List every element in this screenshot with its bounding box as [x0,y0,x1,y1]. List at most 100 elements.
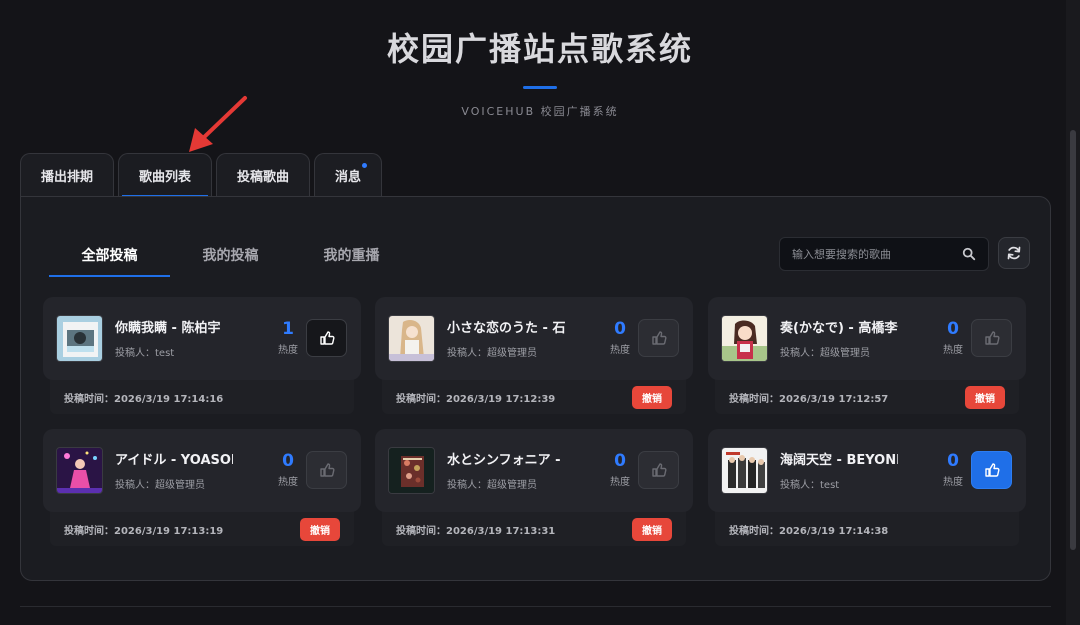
filter-tabs: 全部投稿 我的投稿 我的重播 [49,237,412,277]
revoke-button[interactable]: 撤销 [632,386,672,409]
heat-counter: 0 热度 [275,451,301,488]
time-prefix: 投稿时间： [64,394,114,405]
song-title: 海阔天空 - BEYOND [780,453,898,468]
like-button[interactable] [971,451,1012,489]
time-value: 2026/3/19 17:12:39 [446,394,556,405]
like-button[interactable] [306,319,347,357]
submit-time: 投稿时间：2026/3/19 17:14:16 [64,390,223,405]
song-card-footer: 投稿时间：2026/3/19 17:13:19 撤销 [50,509,354,546]
time-value: 2026/3/19 17:12:57 [779,394,889,405]
song-list-panel: 全部投稿 我的投稿 我的重播 你瞒我瞒 - 陈柏宇 投稿人：test [20,196,1051,581]
song-card-main: 小さな恋のうた - 石! 投稿人：超级管理员 0 热度 [375,297,693,380]
thumbs-up-icon [651,463,667,477]
time-value: 2026/3/19 17:14:16 [114,394,224,405]
page-title: 校园广播站点歌系统 [386,30,693,68]
album-cover-image [388,447,435,494]
tab-song-list[interactable]: 歌曲列表 [118,153,213,197]
thumbs-up-icon [984,463,1000,477]
submitter-info: 投稿人：test [115,344,174,359]
heat-label: 热度 [943,345,963,356]
title-underline [523,86,557,89]
submitter-prefix: 投稿人： [115,480,155,491]
like-button[interactable] [638,319,679,357]
submitter-name: 超级管理员 [155,480,205,491]
time-prefix: 投稿时间： [64,526,114,537]
album-cover-image [388,315,435,362]
refresh-button[interactable] [998,237,1030,269]
page-subtitle: VOICEHUB 校园广播系统 [461,105,619,118]
heat-label: 热度 [610,477,630,488]
heat-value: 0 [282,451,294,471]
song-title: 你瞒我瞒 - 陈柏宇 [115,321,221,336]
song-card: 奏(かなで) - 高橋李依 投稿人：超级管理员 0 热度 投稿时间：2026/3/… [708,297,1026,415]
subtab-label: 我的重播 [323,248,380,264]
page-header: 校园广播站点歌系统 VOICEHUB 校园广播系统 [0,24,1080,119]
search-box [779,237,989,271]
subtab-my-submissions[interactable]: 我的投稿 [170,237,291,277]
submitter-info: 投稿人：超级管理员 [115,476,205,491]
album-cover-image [721,447,768,494]
like-button[interactable] [306,451,347,489]
like-button[interactable] [971,319,1012,357]
song-title: 小さな恋のうた - 石! [447,321,565,336]
page-divider [20,606,1051,607]
heat-counter: 0 热度 [607,451,633,488]
submitter-info: 投稿人：超级管理员 [447,344,537,359]
song-card-main: アイドル - YOASOBI 投稿人：超级管理员 0 热度 [43,429,361,512]
scrollbar-thumb[interactable] [1070,130,1076,550]
submitter-info: 投稿人：超级管理员 [780,344,870,359]
heat-value: 1 [282,319,294,339]
heat-counter: 1 热度 [275,319,301,356]
song-card: アイドル - YOASOBI 投稿人：超级管理员 0 热度 投稿时间：2026/3… [43,429,361,547]
song-title: 水とシンフォニア - k [447,453,565,468]
song-card-main: 水とシンフォニア - k 投稿人：超级管理员 0 热度 [375,429,693,512]
search-input[interactable] [792,247,962,261]
song-title: アイドル - YOASOBI [115,453,233,468]
like-button[interactable] [638,451,679,489]
heat-counter: 0 热度 [940,319,966,356]
revoke-button[interactable]: 撤销 [300,518,340,541]
time-prefix: 投稿时间： [729,394,779,405]
tab-label: 投稿歌曲 [237,170,290,185]
time-prefix: 投稿时间： [396,526,446,537]
tab-submit-song[interactable]: 投稿歌曲 [216,153,311,197]
submitter-prefix: 投稿人： [115,348,155,359]
notification-dot [362,163,368,168]
revoke-button[interactable]: 撤销 [965,386,1005,409]
song-title: 奏(かなで) - 高橋李依 [780,321,898,336]
submitter-info: 投稿人：test [780,476,839,491]
time-value: 2026/3/19 17:14:38 [779,526,889,537]
submitter-name: 超级管理员 [487,348,537,359]
tab-messages[interactable]: 消息 [314,153,383,197]
song-card-footer: 投稿时间：2026/3/19 17:14:16 [50,377,354,414]
submit-time: 投稿时间：2026/3/19 17:14:38 [729,522,888,537]
submitter-name: 超级管理员 [487,480,537,491]
submitter-prefix: 投稿人： [780,348,820,359]
heat-value: 0 [614,319,626,339]
time-value: 2026/3/19 17:13:19 [114,526,224,537]
thumbs-up-icon [319,331,335,345]
submitter-prefix: 投稿人： [780,480,820,491]
submit-time: 投稿时间：2026/3/19 17:12:57 [729,390,888,405]
heat-label: 热度 [943,477,963,488]
album-cover-image [56,447,103,494]
submitter-prefix: 投稿人： [447,480,487,491]
heat-counter: 0 热度 [607,319,633,356]
submit-time: 投稿时间：2026/3/19 17:13:19 [64,522,223,537]
song-card-footer: 投稿时间：2026/3/19 17:13:31 撤销 [382,509,686,546]
main-tabs: 播出排期 歌曲列表 投稿歌曲 消息 [20,153,383,197]
heat-label: 热度 [610,345,630,356]
submitter-name: test [820,480,840,491]
subtab-my-replays[interactable]: 我的重播 [291,237,412,277]
tab-schedule[interactable]: 播出排期 [20,153,115,197]
subtab-all-submissions[interactable]: 全部投稿 [49,237,170,277]
thumbs-up-icon [319,463,335,477]
revoke-button[interactable]: 撤销 [632,518,672,541]
tab-label: 歌曲列表 [139,170,192,185]
time-value: 2026/3/19 17:13:31 [446,526,556,537]
song-card: 水とシンフォニア - k 投稿人：超级管理员 0 热度 投稿时间：2026/3/1… [375,429,693,547]
song-card: 你瞒我瞒 - 陈柏宇 投稿人：test 1 热度 投稿时间：2026/3/19 1… [43,297,361,415]
submitter-name: 超级管理员 [820,348,870,359]
tab-label: 播出排期 [41,170,94,185]
search-icon[interactable] [962,247,976,261]
